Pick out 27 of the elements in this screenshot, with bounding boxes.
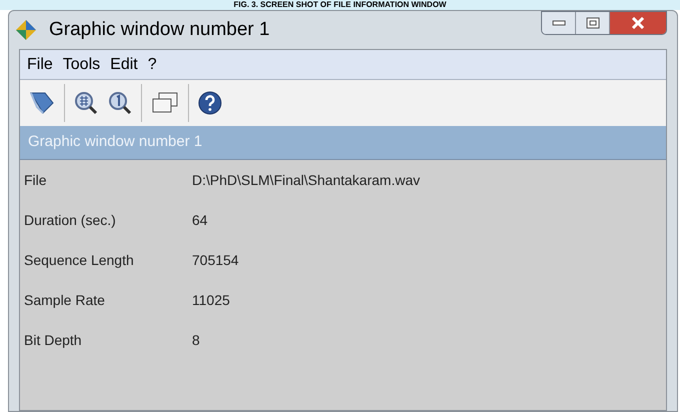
minimize-button[interactable] xyxy=(542,12,576,34)
property-value: 64 xyxy=(192,210,208,230)
figure-caption: FIG. 3. SCREEN SHOT OF FILE INFORMATION WINDOW xyxy=(234,0,446,10)
minimize-icon xyxy=(552,20,566,26)
property-label: Sample Rate xyxy=(24,290,106,310)
property-label: Duration (sec.) xyxy=(24,210,117,230)
menu-item[interactable]: ? xyxy=(144,52,160,76)
property-value: 8 xyxy=(192,330,200,350)
property-value: 11025 xyxy=(192,290,230,310)
panel-title: Graphic window number 1 xyxy=(28,132,202,152)
magnifier-icon xyxy=(107,90,133,116)
property-value: D:\PhD\SLM\Final\Shantakaram.wav xyxy=(192,170,420,190)
app-logo-icon xyxy=(15,19,37,41)
maximize-icon xyxy=(586,17,600,29)
menu-item[interactable]: Edit xyxy=(107,52,141,76)
property-label: File xyxy=(24,170,48,190)
property-value: 705154 xyxy=(192,250,239,270)
close-icon xyxy=(631,17,645,29)
menu-item[interactable]: File xyxy=(24,52,56,76)
maximize-button[interactable] xyxy=(576,12,610,34)
help-icon xyxy=(197,90,223,116)
window-title: Graphic window number 1 xyxy=(49,18,270,42)
property-label: Sequence Length xyxy=(24,250,135,270)
property-label: Bit Depth xyxy=(24,330,83,350)
magnifier-icon xyxy=(73,90,99,116)
menu-item[interactable]: Tools xyxy=(60,52,104,76)
close-button[interactable] xyxy=(610,12,666,34)
